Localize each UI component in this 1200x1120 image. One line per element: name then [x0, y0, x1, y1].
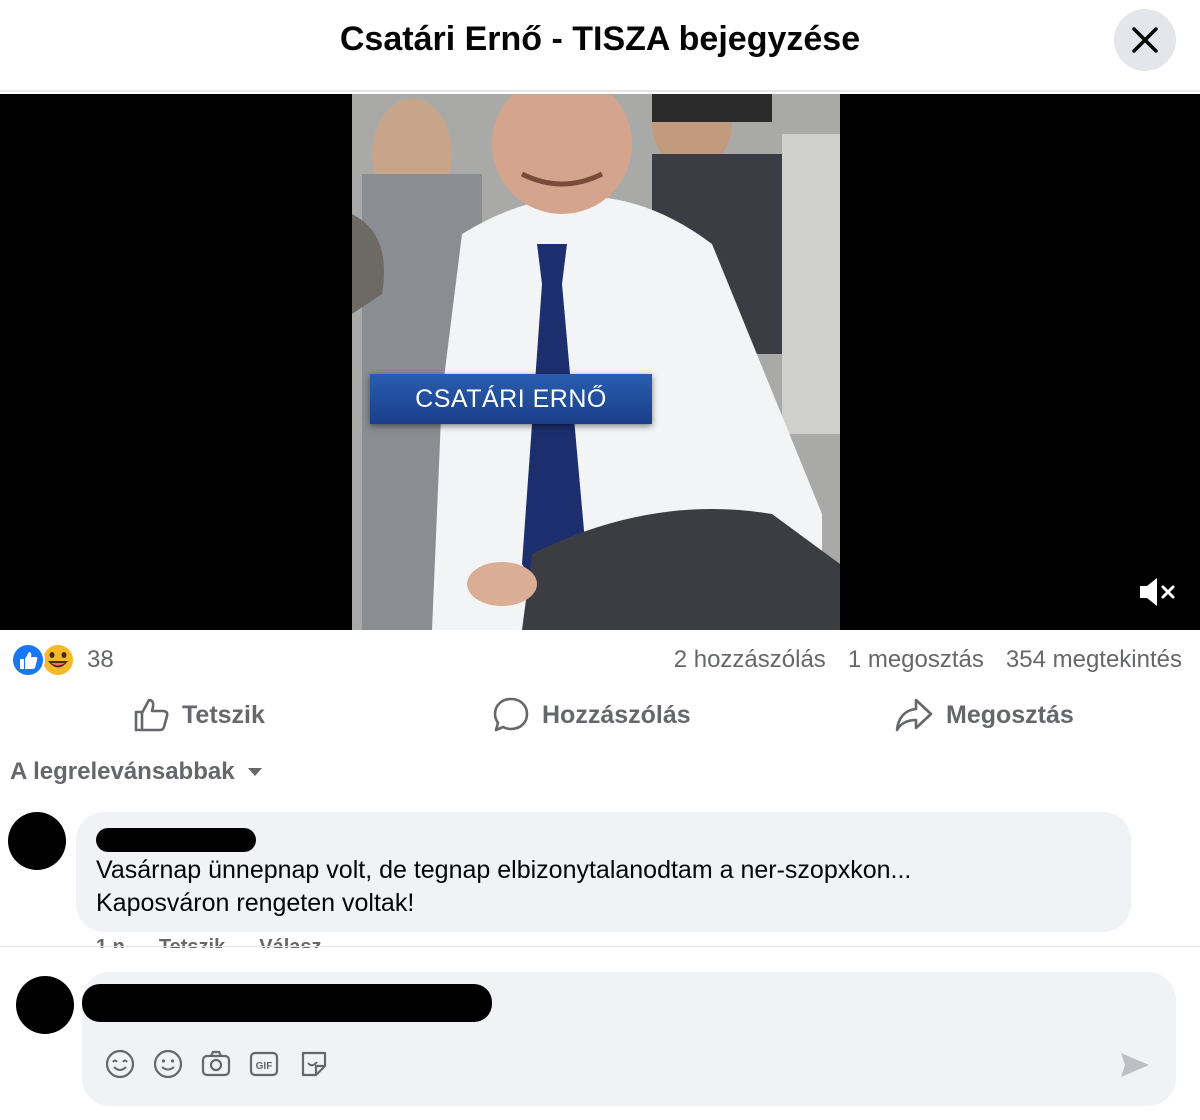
avatar[interactable] [8, 812, 66, 870]
like-button[interactable]: Tetszik [132, 690, 265, 740]
thumbs-up-icon [134, 698, 169, 732]
comment-bubble-icon [493, 697, 529, 732]
comment-sort-dropdown[interactable]: A legrelevánsabbak [10, 758, 263, 786]
name-caption: CSATÁRI ERNŐ [370, 374, 652, 424]
views-count: 354 megtekintés [1005, 646, 1182, 673]
comment-label: Hozzászólás [542, 700, 691, 729]
comment-text: Vasárnap ünnepnap volt, de tegnap elbizo… [96, 854, 1111, 920]
video-still [352, 94, 840, 630]
share-arrow-icon [895, 698, 933, 732]
send-icon[interactable] [1118, 1048, 1152, 1082]
caption-text: CSATÁRI ERNŐ [415, 384, 607, 413]
close-icon [1132, 27, 1158, 53]
post-title: Csatári Ernő - TISZA bejegyzése [339, 20, 861, 58]
sort-label: A legrelevánsabbak [10, 758, 235, 785]
speaker-muted-icon[interactable] [1137, 572, 1177, 612]
share-button[interactable]: Megosztás [894, 690, 1074, 740]
comment-button[interactable]: Hozzászólás [492, 690, 691, 740]
commenter-name-redacted[interactable] [96, 826, 1111, 854]
reaction-count[interactable]: 38 [87, 646, 114, 674]
close-button[interactable] [1114, 9, 1176, 71]
divider [0, 946, 1200, 947]
camera-icon[interactable] [200, 1048, 232, 1080]
dialog-header: Csatári Ernő - TISZA bejegyzése [0, 0, 1200, 92]
like-label: Tetszik [182, 700, 265, 729]
avatar-sticker-icon[interactable] [104, 1048, 136, 1080]
comment-line-1: Vasárnap ünnepnap volt, de tegnap elbizo… [96, 856, 912, 884]
caret-down-icon [247, 768, 262, 776]
engagement-stats: 2 hozzászólás 1 megosztás 354 megtekinté… [674, 646, 1182, 674]
action-bar: Tetszik Hozzászólás Megosztás [0, 690, 1200, 740]
comment-composer[interactable]: GIF [82, 972, 1176, 1106]
video-frame: CSATÁRI ERNŐ [352, 94, 840, 630]
placeholder-redacted [82, 984, 492, 1022]
shares-count[interactable]: 1 megosztás [848, 646, 984, 674]
emoji-icon[interactable] [152, 1048, 184, 1080]
sticker-icon[interactable] [298, 1048, 330, 1080]
share-label: Megosztás [946, 700, 1074, 729]
reactions-icons[interactable] [10, 642, 80, 678]
avatar [16, 976, 74, 1034]
svg-text:GIF: GIF [256, 1061, 273, 1072]
gif-icon[interactable]: GIF [248, 1048, 280, 1080]
comment-bubble: Vasárnap ünnepnap volt, de tegnap elbizo… [76, 812, 1131, 932]
video-player[interactable]: CSATÁRI ERNŐ [0, 94, 1200, 630]
comments-count[interactable]: 2 hozzászólás [674, 646, 826, 674]
redaction-mark [96, 828, 256, 852]
comment-line-2: Kaposváron rengeten voltak! [96, 889, 415, 917]
stats-row: 38 2 hozzászólás 1 megosztás 354 megteki… [0, 640, 1200, 684]
